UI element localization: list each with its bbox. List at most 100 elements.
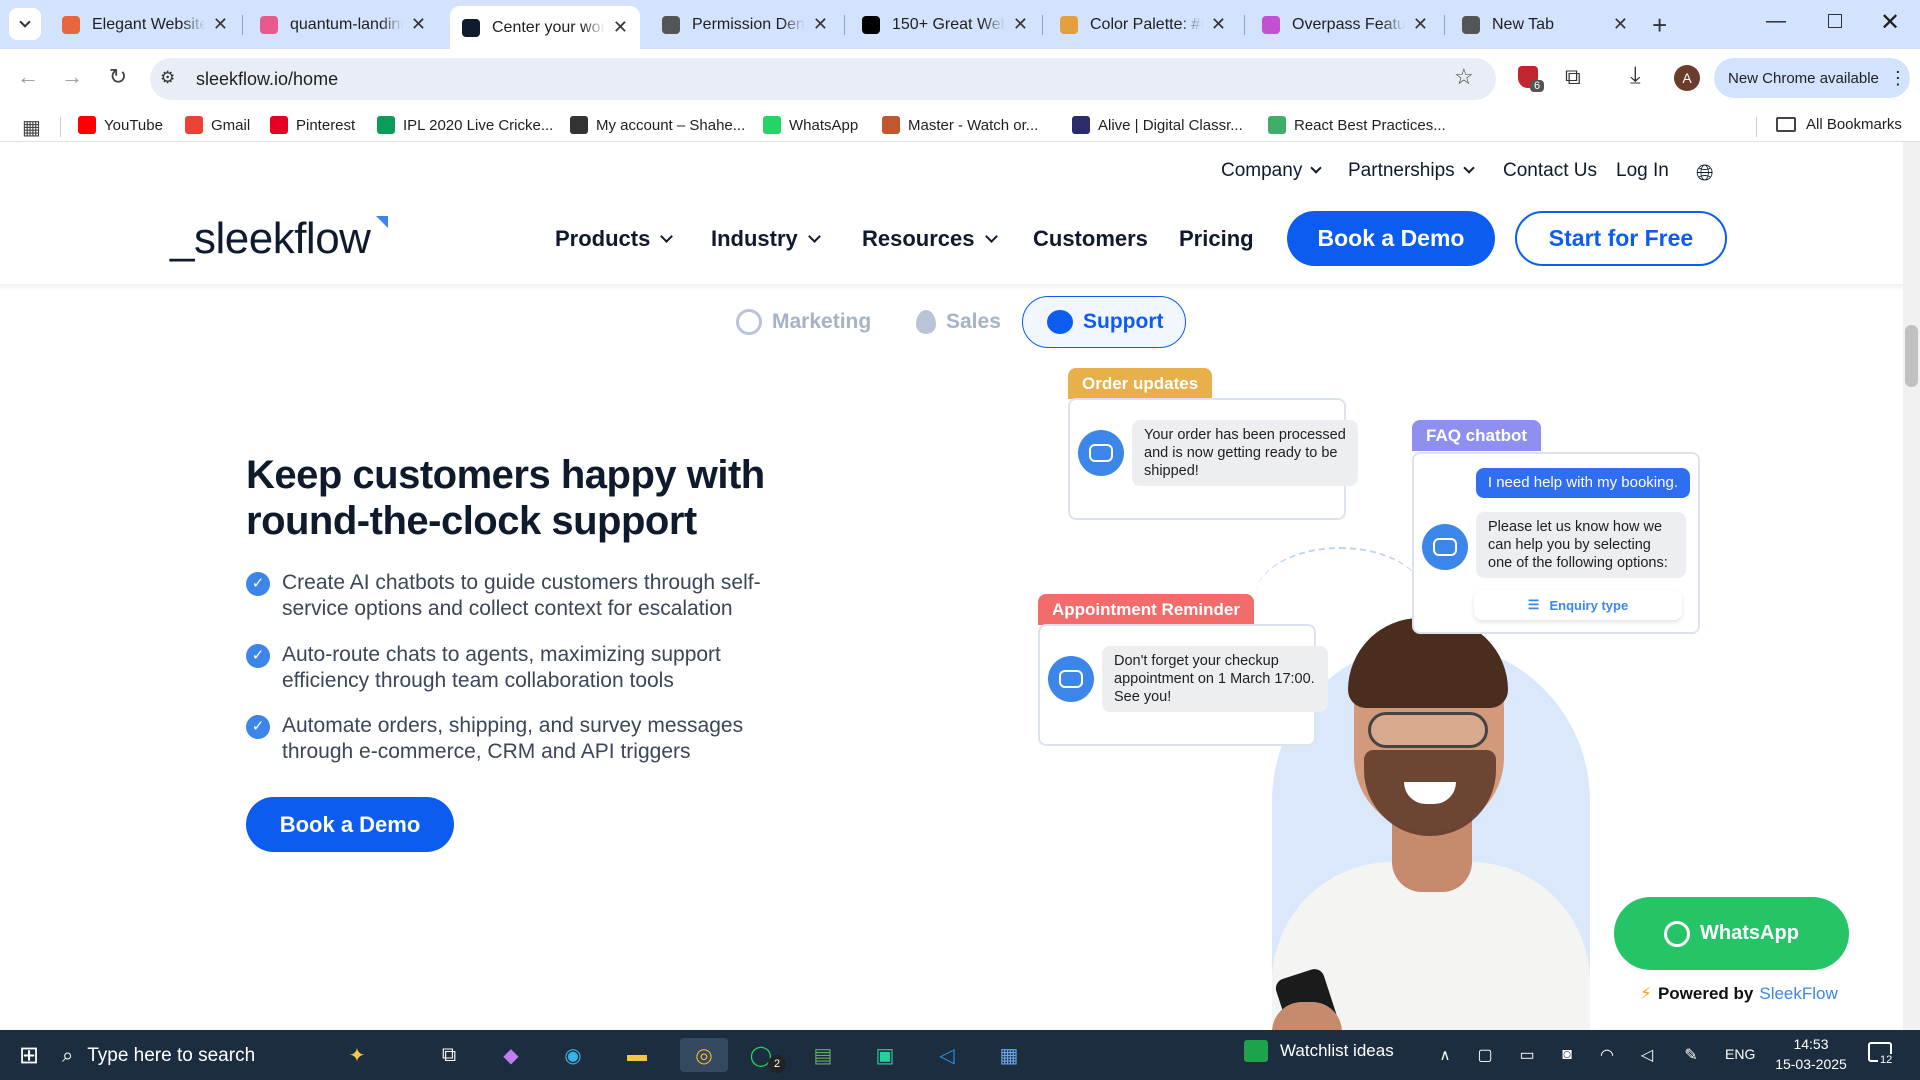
- extension-badge: 6: [1530, 80, 1545, 92]
- close-icon[interactable]: ✕: [813, 14, 828, 35]
- task-view-icon[interactable]: ⧉: [432, 1038, 466, 1072]
- copilot-sparkle-icon[interactable]: ✦: [340, 1038, 374, 1072]
- tab-label: Marketing: [772, 310, 872, 333]
- pen-icon[interactable]: ✎: [1674, 1038, 1708, 1072]
- browser-tab[interactable]: Center your worl ✕: [450, 6, 640, 49]
- lightning-icon: ⚡︎: [1640, 984, 1652, 1003]
- bookmark-item[interactable]: IPL 2020 Live Cricke...: [377, 116, 553, 134]
- hero-headline: Keep customers happy with round-the-cloc…: [246, 453, 765, 543]
- close-icon[interactable]: ✕: [1613, 14, 1628, 35]
- download-icon[interactable]: ⤓: [1630, 62, 1641, 90]
- copilot-app-icon[interactable]: ◆: [494, 1038, 528, 1072]
- page-scrollbar[interactable]: [1903, 142, 1920, 1030]
- close-icon[interactable]: ✕: [213, 14, 228, 35]
- close-icon[interactable]: ✕: [613, 17, 628, 38]
- reload-button[interactable]: ↻: [104, 64, 132, 90]
- bookmark-item[interactable]: My account – Shahe...: [570, 116, 745, 134]
- vscode-icon[interactable]: ◁: [930, 1038, 964, 1072]
- book-demo-nav-button[interactable]: Book a Demo: [1287, 211, 1495, 266]
- bookmark-item[interactable]: Master - Watch or...: [882, 116, 1038, 134]
- bookmark-item[interactable]: React Best Practices...: [1268, 116, 1446, 134]
- address-bar[interactable]: [150, 58, 1496, 100]
- nav-resources[interactable]: Resources: [862, 226, 998, 252]
- close-icon[interactable]: ✕: [1413, 14, 1428, 35]
- sleekflow-logo[interactable]: _sleekflow: [170, 214, 388, 264]
- file-explorer-icon[interactable]: ▬: [620, 1038, 654, 1072]
- nav-industry[interactable]: Industry: [711, 226, 821, 252]
- battery-icon[interactable]: ▭: [1510, 1038, 1544, 1072]
- tab-support[interactable]: Support: [1022, 296, 1186, 348]
- whatsapp-widget-button[interactable]: WhatsApp: [1614, 897, 1849, 970]
- language-indicator[interactable]: ENG: [1725, 1046, 1755, 1062]
- clock[interactable]: 14:53 15-03-2025: [1766, 1034, 1856, 1074]
- browser-tab[interactable]: New Tab ✕: [1450, 6, 1640, 43]
- browser-tab[interactable]: Overpass Featur ✕: [1250, 6, 1440, 43]
- globe-icon[interactable]: 🌐︎: [1696, 160, 1714, 186]
- hero-book-demo-button[interactable]: Book a Demo: [246, 797, 454, 852]
- windows-start-icon[interactable]: ⊞: [12, 1038, 46, 1072]
- window-close-button[interactable]: ✕: [1880, 8, 1900, 37]
- camera-icon[interactable]: ◙: [1550, 1038, 1584, 1072]
- extensions-puzzle-icon[interactable]: ⧉: [1565, 64, 1581, 90]
- nav-pricing[interactable]: Pricing: [1179, 226, 1254, 252]
- globe-icon: [662, 15, 680, 34]
- tab-marketing[interactable]: Marketing: [736, 296, 871, 348]
- tab-strip: Elegant Website ✕ quantum-landing ✕ Center y…: [0, 0, 1920, 49]
- browser-tab[interactable]: 150+ Great Web ✕: [850, 6, 1040, 43]
- tray-app-icon[interactable]: ▢: [1468, 1038, 1502, 1072]
- restore-button[interactable]: [1828, 14, 1842, 28]
- chrome-update-button[interactable]: New Chrome available ⋮: [1714, 58, 1910, 98]
- start-free-button[interactable]: Start for Free: [1515, 211, 1727, 266]
- topnav-company[interactable]: Company: [1221, 160, 1322, 182]
- tab-sales[interactable]: Sales: [916, 296, 1001, 348]
- watchlist-widget[interactable]: Watchlist ideas: [1244, 1040, 1394, 1062]
- appointment-reminder-tag: Appointment Reminder: [1038, 594, 1254, 625]
- topnav-contact-us[interactable]: Contact Us: [1503, 160, 1597, 182]
- tab-separator: [242, 15, 243, 35]
- new-tab-button[interactable]: +: [1652, 10, 1667, 41]
- bookmark-item[interactable]: YouTube: [78, 116, 163, 134]
- apps-grid-icon[interactable]: ▦: [22, 115, 41, 140]
- url-text[interactable]: sleekflow.io/home: [196, 69, 338, 90]
- bookmark-item[interactable]: Pinterest: [270, 116, 355, 134]
- edge-icon[interactable]: ◉: [556, 1038, 590, 1072]
- topnav-partnerships[interactable]: Partnerships: [1348, 160, 1475, 182]
- sheets-icon[interactable]: ▤: [806, 1038, 840, 1072]
- browser-tab[interactable]: Permission Denie ✕: [650, 6, 840, 43]
- powered-by-brand[interactable]: SleekFlow: [1759, 984, 1837, 1004]
- tab-title: Permission Denie: [692, 15, 805, 33]
- powered-by-label: Powered by: [1657, 984, 1754, 1003]
- browser-tab[interactable]: Elegant Website ✕: [50, 6, 240, 43]
- bookmark-item[interactable]: WhatsApp: [763, 116, 858, 134]
- forward-button[interactable]: →: [58, 64, 86, 90]
- bookmark-item[interactable]: Alive | Digital Classr...: [1072, 116, 1243, 134]
- enquiry-type-option[interactable]: ☰ Enquiry type: [1474, 590, 1682, 620]
- close-icon[interactable]: ✕: [1013, 14, 1028, 35]
- powered-by: ⚡︎ Powered by SleekFlow: [1640, 984, 1838, 1004]
- site-info-icon[interactable]: ⚙: [160, 68, 175, 88]
- minimize-button[interactable]: —: [1766, 10, 1786, 33]
- chrome-taskbar-icon[interactable]: ◎: [680, 1038, 728, 1072]
- topnav-log-in[interactable]: Log In: [1616, 160, 1669, 182]
- clock-date: 15-03-2025: [1775, 1056, 1847, 1072]
- close-icon[interactable]: ✕: [1211, 14, 1226, 35]
- scrollbar-thumb[interactable]: [1905, 325, 1918, 387]
- tab-search-button[interactable]: [9, 8, 41, 40]
- browser-tab[interactable]: quantum-landing ✕: [248, 6, 438, 43]
- cup-icon: [1060, 15, 1078, 34]
- tray-chevron-icon[interactable]: ∧: [1428, 1038, 1462, 1072]
- browser-tab[interactable]: Color Palette: #F ✕: [1048, 6, 1238, 43]
- pycharm-icon[interactable]: ▣: [868, 1038, 902, 1072]
- nav-products[interactable]: Products: [555, 226, 674, 252]
- volume-icon[interactable]: ◁: [1630, 1038, 1664, 1072]
- calculator-icon[interactable]: ▦: [992, 1038, 1026, 1072]
- bookmark-item[interactable]: Gmail: [185, 116, 250, 134]
- all-bookmarks[interactable]: All Bookmarks: [1776, 116, 1902, 133]
- back-button[interactable]: ←: [14, 64, 42, 90]
- avatar[interactable]: A: [1674, 65, 1700, 91]
- bookmark-star-icon[interactable]: ☆: [1454, 64, 1474, 90]
- wifi-icon[interactable]: ◠: [1590, 1038, 1624, 1072]
- nav-customers[interactable]: Customers: [1033, 226, 1148, 252]
- order-updates-card: Your order has been processed and is now…: [1068, 398, 1358, 520]
- close-icon[interactable]: ✕: [411, 14, 426, 35]
